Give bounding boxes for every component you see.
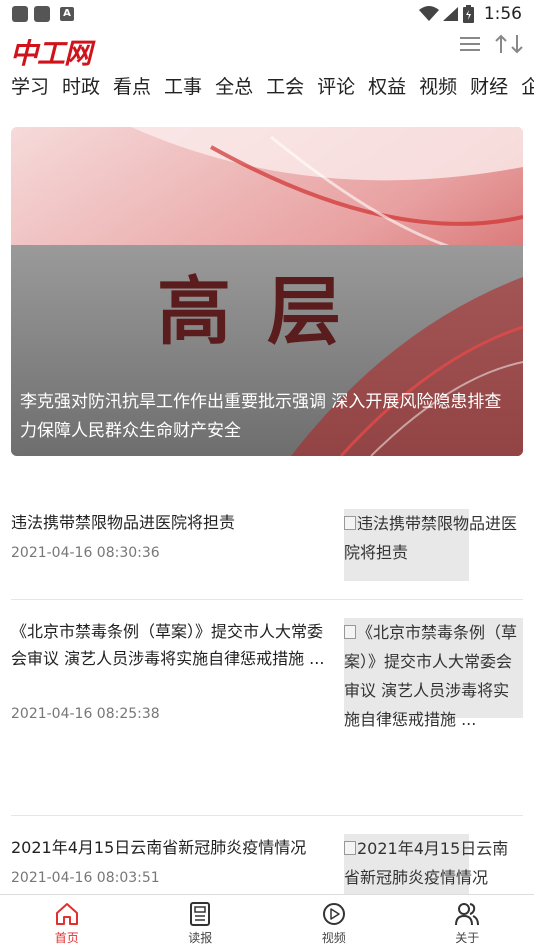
tab-federation[interactable]: 全总 [215, 72, 253, 99]
menu-icon[interactable] [460, 36, 480, 52]
news-item[interactable]: 2021年4月15日云南省新冠肺炎疫情情况 2021-04-16 08:03:5… [11, 816, 523, 906]
thumbnail-alt-text: 违法携带禁限物品进医院将担责 [344, 514, 518, 562]
news-title: 违法携带禁限物品进医院将担责 [11, 513, 236, 532]
broken-image-icon [344, 625, 356, 639]
news-item[interactable]: 《北京市禁毒条例（草案）》提交市人大常委会审议 演艺人员涉毒将实施自律惩戒措施 … [11, 600, 523, 816]
wifi-icon [418, 6, 439, 21]
tab-study[interactable]: 学习 [11, 72, 49, 99]
news-title: 2021年4月15日云南省新冠肺炎疫情情况 [11, 838, 307, 857]
sort-icon[interactable] [494, 34, 524, 54]
news-time: 2021-04-16 08:30:36 [11, 545, 160, 561]
tab-video[interactable]: 视频 [419, 72, 457, 99]
status-bar: A 1:56 [0, 0, 534, 28]
home-icon [55, 903, 78, 925]
thumbnail-alt-text: 2021年4月15日云南省新冠肺炎疫情情况 [344, 839, 509, 887]
broken-image-icon [344, 841, 356, 855]
banner-caption: 李克强对防汛抗旱工作作出重要批示强调 深入开展风险隐患排查 力保障人民群众生命财… [20, 392, 502, 441]
app-header: 中工网 [0, 30, 534, 70]
tab-finance[interactable]: 财经 [470, 72, 508, 99]
tab-politics[interactable]: 时政 [62, 72, 100, 99]
nav-video-label: 视频 [321, 931, 346, 945]
logo: 中工网 [10, 37, 92, 70]
category-tabs: 学习 时政 看点 工事 全总 工会 评论 权益 视频 财经企 [0, 72, 534, 102]
clock: 1:56 [483, 4, 522, 24]
nav-video[interactable]: 视频 [267, 895, 401, 950]
tab-comment[interactable]: 评论 [317, 72, 355, 99]
tab-rights[interactable]: 权益 [368, 72, 406, 99]
thumbnail-alt-text: 《北京市禁毒条例（草案）》提交市人大常委会审议 演艺人员涉毒将实施自律惩戒措施 … [344, 623, 518, 729]
broken-image-icon [344, 516, 356, 530]
news-list: 违法携带禁限物品进医院将担责 2021-04-16 08:30:36 违法携带禁… [0, 490, 534, 906]
battery-icon [462, 5, 474, 23]
news-thumbnail: 违法携带禁限物品进医院将担责 [344, 509, 523, 581]
news-item[interactable]: 违法携带禁限物品进医院将担责 2021-04-16 08:30:36 违法携带禁… [11, 490, 523, 600]
tab-highlights[interactable]: 看点 [113, 72, 151, 99]
news-time: 2021-04-16 08:03:51 [11, 870, 160, 886]
nav-home-label: 首页 [54, 931, 79, 945]
signal-icon [442, 7, 458, 21]
banner-word: 高层 [157, 269, 377, 355]
notification-icon [12, 6, 28, 22]
nav-about-label: 关于 [455, 931, 480, 945]
notification-badge-icon: A [60, 7, 74, 21]
nav-about[interactable]: 关于 [401, 895, 534, 950]
video-icon [322, 903, 345, 925]
people-icon [455, 903, 480, 926]
nav-newspaper-label: 读报 [188, 931, 213, 945]
nav-newspaper[interactable]: 读报 [134, 895, 268, 950]
news-thumbnail: 《北京市禁毒条例（草案）》提交市人大常委会审议 演艺人员涉毒将实施自律惩戒措施 … [344, 618, 523, 734]
nav-home[interactable]: 首页 [0, 895, 134, 950]
tab-work[interactable]: 工事 [164, 72, 202, 99]
newspaper-icon [190, 902, 211, 926]
news-title: 《北京市禁毒条例（草案）》提交市人大常委会审议 演艺人员涉毒将实施自律惩戒措施 … [11, 622, 325, 668]
notification-icon [34, 6, 50, 22]
news-time: 2021-04-16 08:25:38 [11, 706, 160, 722]
bottom-nav: 首页 读报 视频 关于 [0, 894, 534, 950]
tab-union[interactable]: 工会 [266, 72, 304, 99]
tab-enterprise[interactable]: 企 [521, 72, 534, 99]
headline-banner[interactable]: 高层 李克强对防汛抗旱工作作出重要批示强调 深入开展风险隐患排查 力保障人民群众… [11, 127, 523, 456]
news-thumbnail: 2021年4月15日云南省新冠肺炎疫情情况 [344, 834, 523, 906]
